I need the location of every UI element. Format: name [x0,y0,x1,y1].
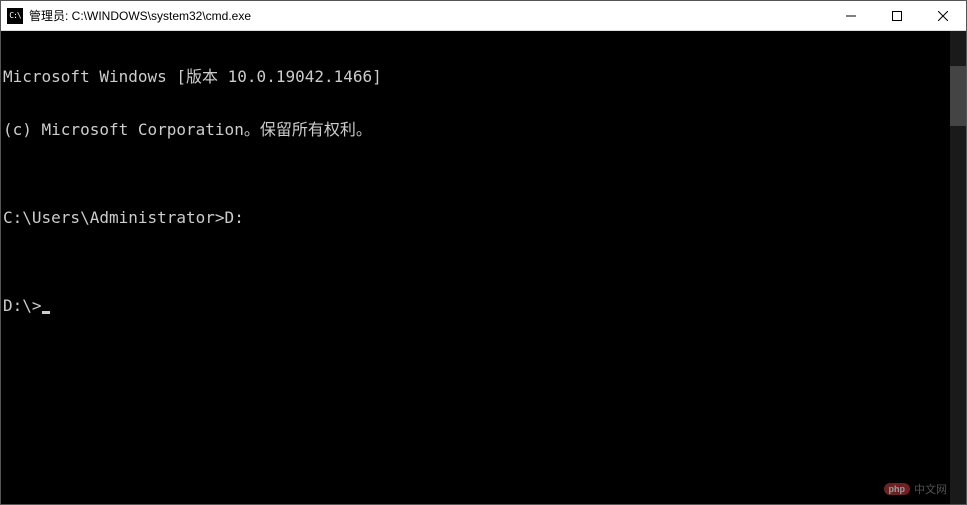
watermark-text: 中文网 [914,481,947,497]
cmd-window: C:\ 管理员: C:\WINDOWS\system32\cmd.exe Mic… [0,0,967,505]
terminal-area[interactable]: Microsoft Windows [版本 10.0.19042.1466] (… [1,31,966,504]
window-controls [828,1,966,30]
maximize-button[interactable] [874,1,920,30]
watermark: php 中文网 [884,481,948,497]
close-button[interactable] [920,1,966,30]
scrollbar[interactable] [950,31,966,504]
watermark-badge: php [884,483,911,495]
window-title: 管理员: C:\WINDOWS\system32\cmd.exe [29,7,828,24]
prompt-text: D:\> [3,296,42,315]
scrollbar-thumb[interactable] [950,66,966,126]
titlebar[interactable]: C:\ 管理员: C:\WINDOWS\system32\cmd.exe [1,1,966,31]
terminal-prompt: D:\> [3,297,966,315]
minimize-icon [846,11,856,21]
terminal-line: Microsoft Windows [版本 10.0.19042.1466] [3,68,966,86]
maximize-icon [892,11,902,21]
close-icon [938,11,948,21]
cursor [42,311,50,314]
terminal-line: (c) Microsoft Corporation。保留所有权利。 [3,121,966,139]
minimize-button[interactable] [828,1,874,30]
cmd-icon: C:\ [7,8,23,24]
terminal-line: C:\Users\Administrator>D: [3,209,966,227]
